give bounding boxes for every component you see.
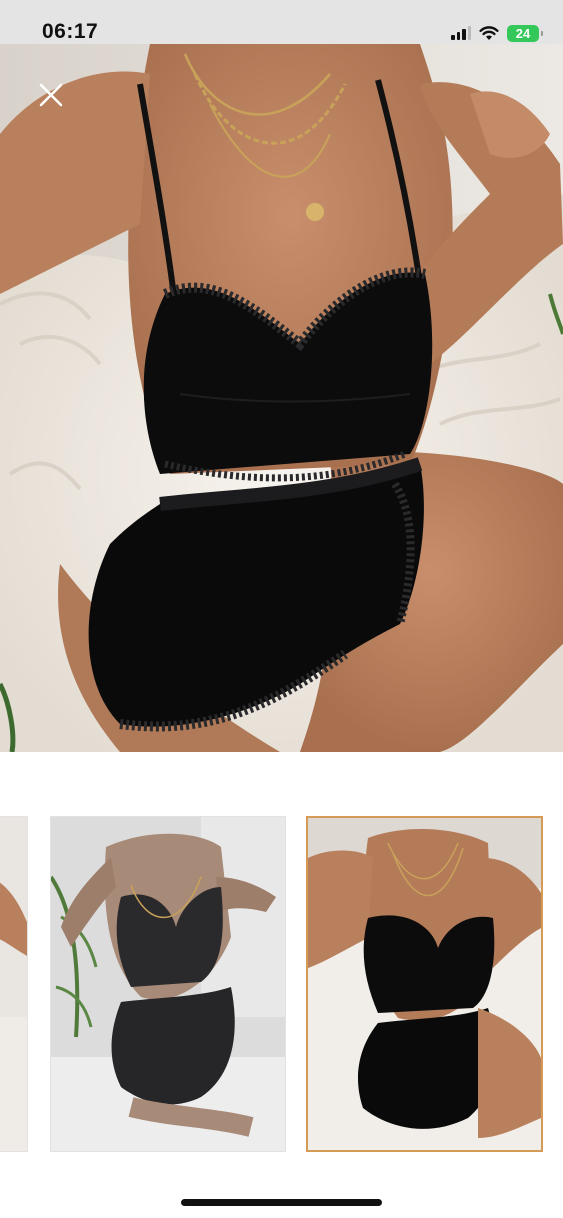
status-time: 06:17 [42,20,99,43]
battery-level: 24 [515,25,531,41]
battery-charging-icon: 24 [507,24,543,42]
main-product-image[interactable] [0,44,563,752]
signal-icon [451,26,471,40]
thumbnail-strip [0,816,563,1152]
product-photo [0,44,563,752]
status-icons: 24 [451,23,543,43]
status-bar: 06:17 24 [0,0,563,44]
close-icon [39,83,63,107]
wifi-icon [479,25,499,40]
close-button[interactable] [36,80,66,110]
home-indicator[interactable] [181,1199,382,1206]
thumbnail-0[interactable] [0,816,28,1152]
thumbnail-2-selected[interactable] [306,816,543,1152]
thumbnail-1[interactable] [50,816,286,1152]
